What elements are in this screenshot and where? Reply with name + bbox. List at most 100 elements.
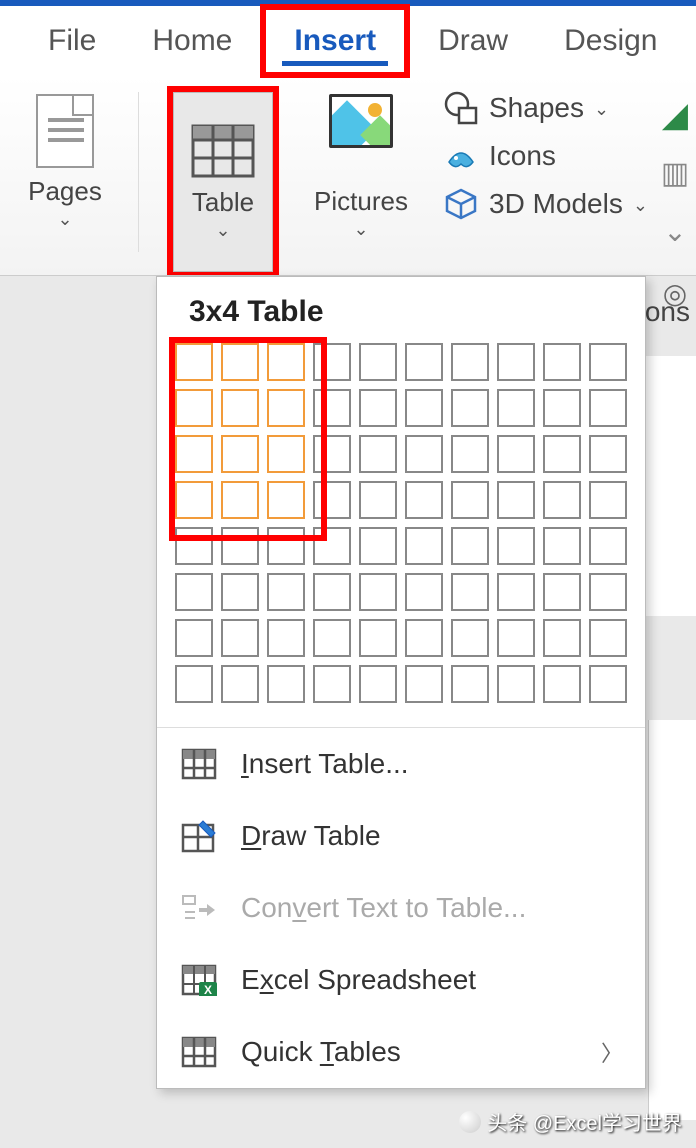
grid-cell[interactable] [267, 343, 305, 381]
grid-cell[interactable] [497, 619, 535, 657]
grid-cell[interactable] [267, 665, 305, 703]
chevron-down-icon: ⌄ [353, 219, 368, 240]
grid-cell[interactable] [313, 619, 351, 657]
grid-cell[interactable] [497, 481, 535, 519]
pictures-group[interactable]: Pictures ⌄ [307, 86, 415, 275]
grid-cell[interactable] [359, 527, 397, 565]
grid-cell[interactable] [497, 527, 535, 565]
grid-cell[interactable] [221, 481, 259, 519]
grid-cell[interactable] [221, 619, 259, 657]
grid-cell[interactable] [267, 481, 305, 519]
grid-cell[interactable] [313, 435, 351, 473]
grid-cell[interactable] [497, 573, 535, 611]
grid-cell[interactable] [543, 343, 581, 381]
grid-cell[interactable] [175, 527, 213, 565]
grid-cell[interactable] [175, 389, 213, 427]
grid-cell[interactable] [405, 481, 443, 519]
grid-cell[interactable] [451, 527, 489, 565]
grid-cell[interactable] [405, 435, 443, 473]
grid-cell[interactable] [221, 527, 259, 565]
grid-cell[interactable] [543, 619, 581, 657]
grid-cell[interactable] [589, 481, 627, 519]
grid-cell[interactable] [451, 573, 489, 611]
grid-cell[interactable] [175, 665, 213, 703]
grid-cell[interactable] [497, 343, 535, 381]
grid-cell[interactable] [267, 573, 305, 611]
table-button[interactable]: Table ⌄ [173, 92, 273, 272]
grid-cell[interactable] [543, 665, 581, 703]
grid-cell[interactable] [589, 389, 627, 427]
grid-cell[interactable] [313, 527, 351, 565]
grid-cell[interactable] [543, 527, 581, 565]
grid-cell[interactable] [405, 527, 443, 565]
grid-cell[interactable] [497, 389, 535, 427]
shapes-button[interactable]: Shapes ⌄ [443, 90, 648, 126]
grid-cell[interactable] [221, 389, 259, 427]
grid-cell[interactable] [451, 481, 489, 519]
grid-cell[interactable] [451, 619, 489, 657]
grid-cell[interactable] [589, 573, 627, 611]
grid-cell[interactable] [589, 527, 627, 565]
grid-cell[interactable] [267, 619, 305, 657]
grid-cell[interactable] [497, 435, 535, 473]
grid-cell[interactable] [359, 481, 397, 519]
grid-cell[interactable] [451, 389, 489, 427]
grid-cell[interactable] [589, 619, 627, 657]
grid-cell[interactable] [359, 573, 397, 611]
grid-cell[interactable] [175, 481, 213, 519]
grid-cell[interactable] [405, 619, 443, 657]
grid-cell[interactable] [267, 435, 305, 473]
grid-cell[interactable] [543, 481, 581, 519]
grid-cell[interactable] [359, 435, 397, 473]
grid-cell[interactable] [451, 435, 489, 473]
tab-file[interactable]: File [20, 10, 124, 72]
grid-cell[interactable] [589, 665, 627, 703]
grid-cell[interactable] [221, 665, 259, 703]
icons-button[interactable]: Icons [443, 138, 648, 174]
grid-cell[interactable] [359, 389, 397, 427]
grid-cell[interactable] [267, 527, 305, 565]
tab-home[interactable]: Home [124, 10, 260, 72]
grid-cell[interactable] [543, 435, 581, 473]
pages-group[interactable]: Pages ⌄ [20, 86, 110, 275]
grid-cell[interactable] [405, 665, 443, 703]
shapes-label: Shapes [489, 92, 584, 124]
grid-cell[interactable] [313, 389, 351, 427]
grid-cell[interactable] [589, 343, 627, 381]
quick-tables-menu-item[interactable]: Quick Tables 〉 [157, 1016, 645, 1088]
draw-table-menu-item[interactable]: Draw Table [157, 800, 645, 872]
grid-cell[interactable] [175, 435, 213, 473]
grid-cell[interactable] [497, 665, 535, 703]
grid-cell[interactable] [359, 619, 397, 657]
grid-cell[interactable] [405, 343, 443, 381]
3d-models-button[interactable]: 3D Models ⌄ [443, 186, 648, 222]
grid-cell[interactable] [313, 665, 351, 703]
grid-cell[interactable] [175, 619, 213, 657]
picture-icon [329, 94, 393, 148]
grid-cell[interactable] [175, 573, 213, 611]
grid-cell[interactable] [451, 343, 489, 381]
grid-cell[interactable] [313, 481, 351, 519]
grid-cell[interactable] [451, 665, 489, 703]
grid-cell[interactable] [221, 573, 259, 611]
grid-cell[interactable] [359, 343, 397, 381]
tab-insert[interactable]: Insert [266, 10, 404, 72]
excel-spreadsheet-menu-item[interactable]: X Excel Spreadsheet [157, 944, 645, 1016]
grid-cell[interactable] [313, 343, 351, 381]
grid-cell[interactable] [543, 573, 581, 611]
grid-cell[interactable] [359, 665, 397, 703]
grid-cell[interactable] [405, 573, 443, 611]
cutoff-text: ons [645, 296, 690, 328]
grid-cell[interactable] [313, 573, 351, 611]
grid-cell[interactable] [267, 389, 305, 427]
grid-cell[interactable] [589, 435, 627, 473]
tab-design[interactable]: Design [536, 10, 685, 72]
table-size-grid[interactable] [175, 343, 627, 703]
grid-cell[interactable] [405, 389, 443, 427]
grid-cell[interactable] [221, 435, 259, 473]
tab-draw[interactable]: Draw [410, 10, 536, 72]
grid-cell[interactable] [221, 343, 259, 381]
insert-table-menu-item[interactable]: Insert Table... [157, 728, 645, 800]
grid-cell[interactable] [543, 389, 581, 427]
grid-cell[interactable] [175, 343, 213, 381]
